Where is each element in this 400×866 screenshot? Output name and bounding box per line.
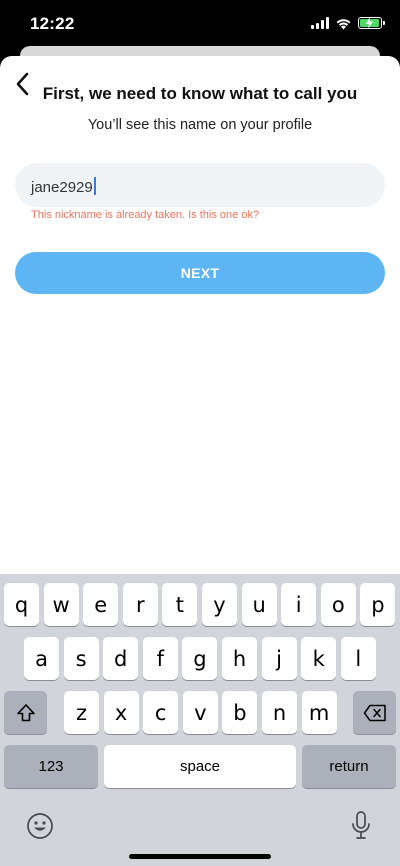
shift-key[interactable] (4, 691, 47, 734)
key-f[interactable]: f (142, 637, 178, 680)
nickname-input-value[interactable]: jane2929 (31, 177, 96, 196)
key-o[interactable]: o (320, 583, 356, 626)
key-a[interactable]: a (24, 637, 59, 680)
key-q[interactable]: q (4, 583, 39, 626)
space-key[interactable]: space (104, 745, 296, 788)
key-s[interactable]: s (63, 637, 99, 680)
key-m[interactable]: m (301, 691, 337, 734)
shift-icon (16, 703, 35, 721)
key-k[interactable]: k (301, 637, 337, 680)
cellular-signal-icon (311, 17, 329, 29)
next-button[interactable]: NEXT (15, 252, 385, 294)
key-d[interactable]: d (103, 637, 139, 680)
key-h[interactable]: h (222, 637, 257, 680)
key-g[interactable]: g (182, 637, 218, 680)
page-subtitle: You’ll see this name on your profile (87, 117, 313, 133)
return-key[interactable]: return (302, 745, 396, 788)
key-c[interactable]: c (143, 691, 179, 734)
home-indicator (129, 854, 271, 859)
text-cursor (93, 177, 96, 195)
backspace-key[interactable] (353, 691, 396, 734)
nickname-error-message: This nickname is already taken. Is this … (31, 209, 260, 221)
status-bar: 12:22 (0, 0, 400, 48)
page-title: First, we need to know what to call you (42, 84, 358, 103)
key-e[interactable]: e (83, 583, 119, 626)
key-n[interactable]: n (262, 691, 297, 734)
battery-charging-icon (358, 17, 385, 29)
key-z[interactable]: z (64, 691, 99, 734)
key-w[interactable]: w (43, 583, 79, 626)
key-t[interactable]: t (162, 583, 198, 626)
status-icons (311, 15, 385, 31)
numbers-key[interactable]: 123 (4, 745, 98, 788)
emoji-icon[interactable] (26, 812, 54, 840)
key-y[interactable]: y (202, 583, 237, 626)
key-v[interactable]: v (182, 691, 218, 734)
key-r[interactable]: r (122, 583, 158, 626)
key-j[interactable]: j (261, 637, 297, 680)
key-l[interactable]: l (340, 637, 376, 680)
key-p[interactable]: p (360, 583, 396, 626)
key-x[interactable]: x (103, 691, 139, 734)
backspace-icon (363, 704, 386, 721)
key-u[interactable]: u (241, 583, 277, 626)
microphone-icon[interactable] (349, 810, 373, 842)
status-time: 12:22 (30, 14, 75, 33)
wifi-icon (336, 18, 351, 29)
key-b[interactable]: b (222, 691, 258, 734)
key-i[interactable]: i (281, 583, 317, 626)
